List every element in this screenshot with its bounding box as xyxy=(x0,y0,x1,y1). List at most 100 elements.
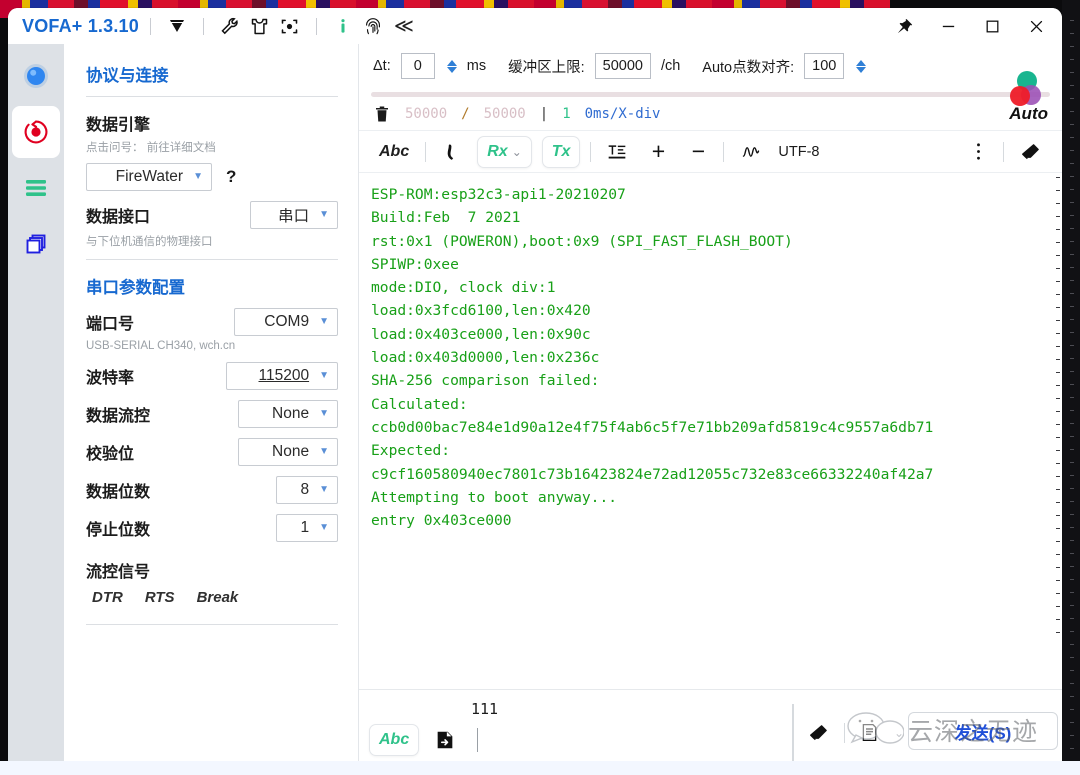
flow-control-select[interactable]: None ▼ xyxy=(238,400,338,428)
scrollbar-tick xyxy=(1056,619,1060,620)
rail-tick xyxy=(1070,618,1074,619)
port-value: COM9 xyxy=(264,313,309,331)
terminal-line: SHA-256 comparison failed: xyxy=(371,369,1050,392)
send-button[interactable]: 发送(S) xyxy=(908,712,1058,750)
input-abc-format-button[interactable]: Abc xyxy=(369,724,419,756)
rail-tick xyxy=(1070,475,1074,476)
flow-control-label: 数据流控 xyxy=(86,402,150,426)
parity-select[interactable]: None ▼ xyxy=(238,438,338,466)
terminal-line: Calculated: xyxy=(371,393,1050,416)
rail-tick xyxy=(1070,605,1074,606)
stepper-down-icon[interactable] xyxy=(856,67,866,73)
abc-label: Abc xyxy=(379,143,409,161)
scrollbar-tick xyxy=(1056,190,1060,191)
parity-value: None xyxy=(272,443,309,461)
fingerprint-icon[interactable] xyxy=(358,12,388,40)
wrench-icon[interactable] xyxy=(215,12,245,40)
minimize-button[interactable] xyxy=(926,11,970,41)
plot-controls-bar: Δt: 0 ms 缓冲区上限: 50000 /ch Auto点数对齐: 100 xyxy=(359,44,1062,88)
toolbar-divider-1 xyxy=(425,142,426,162)
eraser-icon[interactable] xyxy=(1014,137,1048,167)
increase-font-button[interactable]: + xyxy=(643,137,673,167)
rail-tick xyxy=(1070,293,1074,294)
rx-toggle-button[interactable]: Rx ⌄ xyxy=(477,136,532,168)
shirt-icon[interactable] xyxy=(245,12,275,40)
data-engine-select[interactable]: FireWater ▼ xyxy=(86,163,212,191)
phone-handset-icon[interactable] xyxy=(436,137,467,167)
maximize-button[interactable] xyxy=(970,11,1014,41)
port-select[interactable]: COM9 ▼ xyxy=(234,308,338,336)
data-engine-help-button[interactable]: ? xyxy=(226,167,236,187)
buffer-limit-input[interactable]: 50000 xyxy=(595,53,651,79)
rail-tick xyxy=(1070,150,1074,151)
chevron-down-icon: ▼ xyxy=(193,172,203,182)
scrollbar-tick xyxy=(1056,502,1060,503)
rail-tick xyxy=(1070,267,1074,268)
sidebar-item-list[interactable] xyxy=(12,162,60,214)
stepper-down-icon[interactable] xyxy=(447,67,457,73)
stepper-up-icon[interactable] xyxy=(856,60,866,66)
scrollbar-tick xyxy=(1056,580,1060,581)
rail-tick xyxy=(1070,189,1074,190)
databits-value: 8 xyxy=(300,481,309,499)
flow-control-value: None xyxy=(272,405,309,423)
vofa-logo-icon[interactable] xyxy=(162,12,192,40)
history-log-icon[interactable] xyxy=(853,718,886,748)
terminal-scrollbar[interactable] xyxy=(1054,173,1060,689)
close-button[interactable] xyxy=(1014,11,1058,41)
scrollbar-tick xyxy=(1056,632,1060,633)
scrollbar-tick xyxy=(1056,255,1060,256)
terminal-line: c9cf160580940ec7801c73b16423824e72ad1205… xyxy=(371,463,1050,486)
focus-target-icon[interactable] xyxy=(275,12,305,40)
abc-format-button[interactable]: Abc xyxy=(373,137,415,167)
dtr-button[interactable]: DTR xyxy=(92,589,123,606)
eraser-icon[interactable] xyxy=(802,718,836,748)
sidebar-item-windows[interactable] xyxy=(12,218,60,270)
text-format-icon[interactable] xyxy=(601,137,633,167)
sidebar-item-connection[interactable] xyxy=(12,50,60,102)
chevron-down-icon[interactable]: ⌄ xyxy=(894,726,904,740)
auto-align-stepper[interactable] xyxy=(856,60,866,73)
chevron-down-icon[interactable]: ⌄ xyxy=(512,145,522,159)
decrease-font-button[interactable]: − xyxy=(683,137,713,167)
collapse-panel-button[interactable]: ≪ xyxy=(388,15,418,38)
scrollbar-tick xyxy=(1056,268,1060,269)
delta-t-stepper[interactable] xyxy=(447,60,457,73)
terminal-line: Attempting to boot anyway... xyxy=(371,486,1050,509)
titlebar-divider-2 xyxy=(203,18,204,35)
data-interface-value: 串口 xyxy=(278,204,309,226)
data-interface-select[interactable]: 串口 ▼ xyxy=(250,201,338,229)
plot-horizontal-scrollbar[interactable] xyxy=(371,92,1050,97)
clear-buffer-icon[interactable] xyxy=(373,105,391,123)
rail-tick xyxy=(1070,137,1074,138)
encoding-selector[interactable]: UTF-8 xyxy=(778,144,819,160)
bottom-strip xyxy=(0,761,1080,775)
break-button[interactable]: Break xyxy=(197,589,239,606)
scrollbar-tick xyxy=(1056,346,1060,347)
sidebar-item-datasource[interactable] xyxy=(12,106,60,158)
auto-align-input[interactable]: 100 xyxy=(804,53,844,79)
delta-t-input[interactable]: 0 xyxy=(401,53,435,79)
baud-select[interactable]: 115200 ▼ xyxy=(226,362,338,390)
waveform-icon[interactable] xyxy=(734,137,768,167)
rts-button[interactable]: RTS xyxy=(145,589,175,606)
data-engine-hint: 点击问号： 前往详细文档 xyxy=(86,139,338,155)
plot-stats-row: 50000 / 50000 | 1 0ms/X-div Auto xyxy=(359,97,1062,131)
scrollbar-tick xyxy=(1056,333,1060,334)
terminal-toolbar: Abc Rx ⌄ Tx xyxy=(359,131,1062,173)
scrollbar-tick xyxy=(1056,216,1060,217)
rail-tick xyxy=(1070,735,1074,736)
tx-toggle-button[interactable]: Tx xyxy=(542,136,581,168)
stopbits-select[interactable]: 1 ▼ xyxy=(276,514,338,542)
databits-select[interactable]: 8 ▼ xyxy=(276,476,338,504)
delta-t-label: Δt: xyxy=(373,58,391,74)
more-vertical-icon[interactable] xyxy=(963,137,993,167)
terminal-line: load:0x403ce000,len:0x90c xyxy=(371,323,1050,346)
pin-window-button[interactable] xyxy=(882,11,926,41)
command-input[interactable] xyxy=(487,727,817,753)
send-to-file-icon[interactable] xyxy=(428,725,462,755)
terminal-output[interactable]: ESP-ROM:esp32c3-api1-20210207Build:Feb 7… xyxy=(359,173,1062,689)
stepper-up-icon[interactable] xyxy=(447,60,457,66)
flow-signal-label: 流控信号 xyxy=(86,558,338,582)
info-icon[interactable] xyxy=(328,12,358,40)
